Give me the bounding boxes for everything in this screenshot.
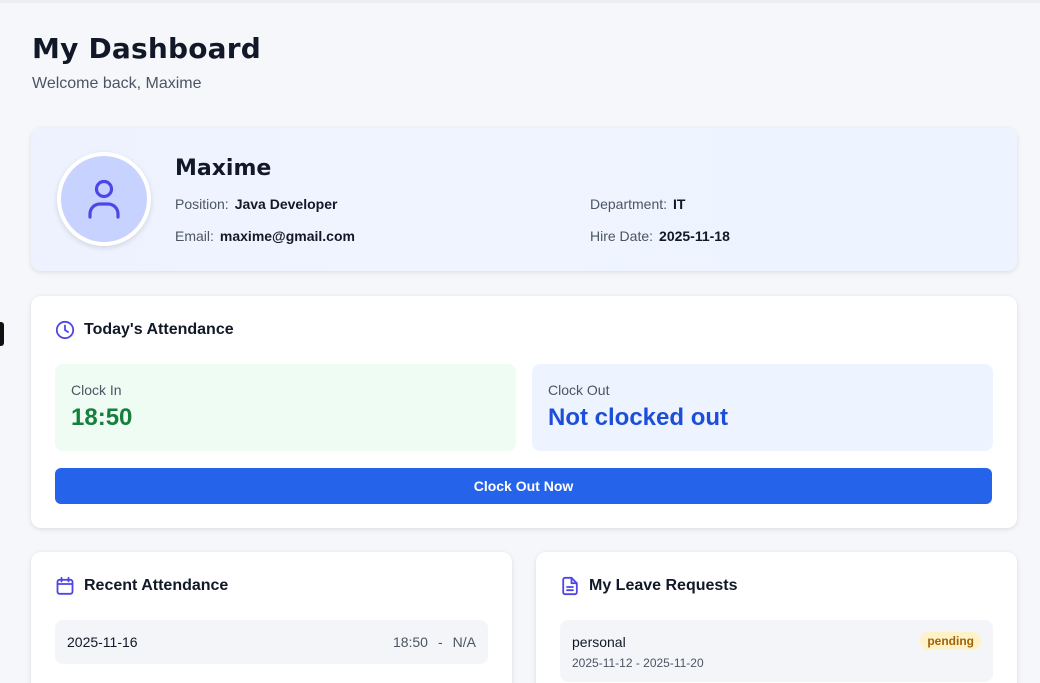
leave-requests-title: My Leave Requests <box>589 577 738 594</box>
leave-dates: 2025-11-12 - 2025-11-20 <box>572 656 704 670</box>
email-label: Email: <box>175 228 214 244</box>
position-value: Java Developer <box>234 196 338 212</box>
profile-card: Maxime Position: Java Developer Departmen… <box>31 128 1017 271</box>
attendance-card: Today's Attendance Clock In 18:50 Clock … <box>31 296 1017 528</box>
leave-type: personal <box>572 634 626 650</box>
attendance-row[interactable]: 2025-11-16 18:50- N/A <box>55 620 488 664</box>
hire-date-field: Hire Date: 2025-11-18 <box>590 228 730 244</box>
email-field: Email: maxime@gmail.com <box>175 228 355 244</box>
calendar-icon <box>56 576 74 595</box>
clock-icon <box>55 320 75 340</box>
department-label: Department: <box>590 196 668 212</box>
position-field: Position: Java Developer <box>175 196 337 212</box>
department-value: IT <box>673 196 686 212</box>
attendance-header: Today's Attendance <box>55 320 234 340</box>
hire-date-value: 2025-11-18 <box>659 228 730 244</box>
attendance-out-time: N/A <box>452 634 476 650</box>
attendance-separator: - <box>437 634 443 650</box>
leave-request-row[interactable]: personal pending 2025-11-12 - 2025-11-20 <box>560 620 993 682</box>
page-title: My Dashboard <box>32 32 262 65</box>
recent-attendance-title: Recent Attendance <box>84 577 229 594</box>
document-icon <box>562 576 578 596</box>
clock-out-box: Clock Out Not clocked out <box>532 364 993 451</box>
hire-date-label: Hire Date: <box>590 228 654 244</box>
recent-attendance-header: Recent Attendance <box>55 576 228 596</box>
clock-out-button[interactable]: Clock Out Now <box>55 468 992 504</box>
avatar <box>57 152 151 246</box>
attendance-date: 2025-11-16 <box>67 634 138 650</box>
clock-in-box: Clock In 18:50 <box>55 364 516 451</box>
welcome-text: Welcome back, Maxime <box>32 75 202 92</box>
user-icon <box>88 179 120 219</box>
profile-name: Maxime <box>175 156 272 181</box>
top-border <box>0 0 1040 3</box>
side-handle[interactable] <box>0 322 4 346</box>
leave-requests-card: My Leave Requests personal pending 2025-… <box>536 552 1017 683</box>
clock-in-label: Clock In <box>71 382 122 398</box>
attendance-title: Today's Attendance <box>84 321 234 338</box>
status-badge: pending <box>920 632 981 650</box>
clock-out-value: Not clocked out <box>548 404 729 431</box>
department-field: Department: IT <box>590 196 686 212</box>
position-label: Position: <box>175 196 229 212</box>
leave-requests-header: My Leave Requests <box>560 576 738 596</box>
recent-attendance-card: Recent Attendance 2025-11-16 18:50- N/A <box>31 552 512 683</box>
attendance-times: 18:50- N/A <box>383 634 476 650</box>
clock-out-label: Clock Out <box>548 382 610 398</box>
email-value: maxime@gmail.com <box>219 228 355 244</box>
clock-in-value: 18:50 <box>71 404 133 431</box>
page-header: My Dashboard Welcome back, Maxime <box>32 32 261 93</box>
attendance-in-time: 18:50 <box>392 634 428 650</box>
